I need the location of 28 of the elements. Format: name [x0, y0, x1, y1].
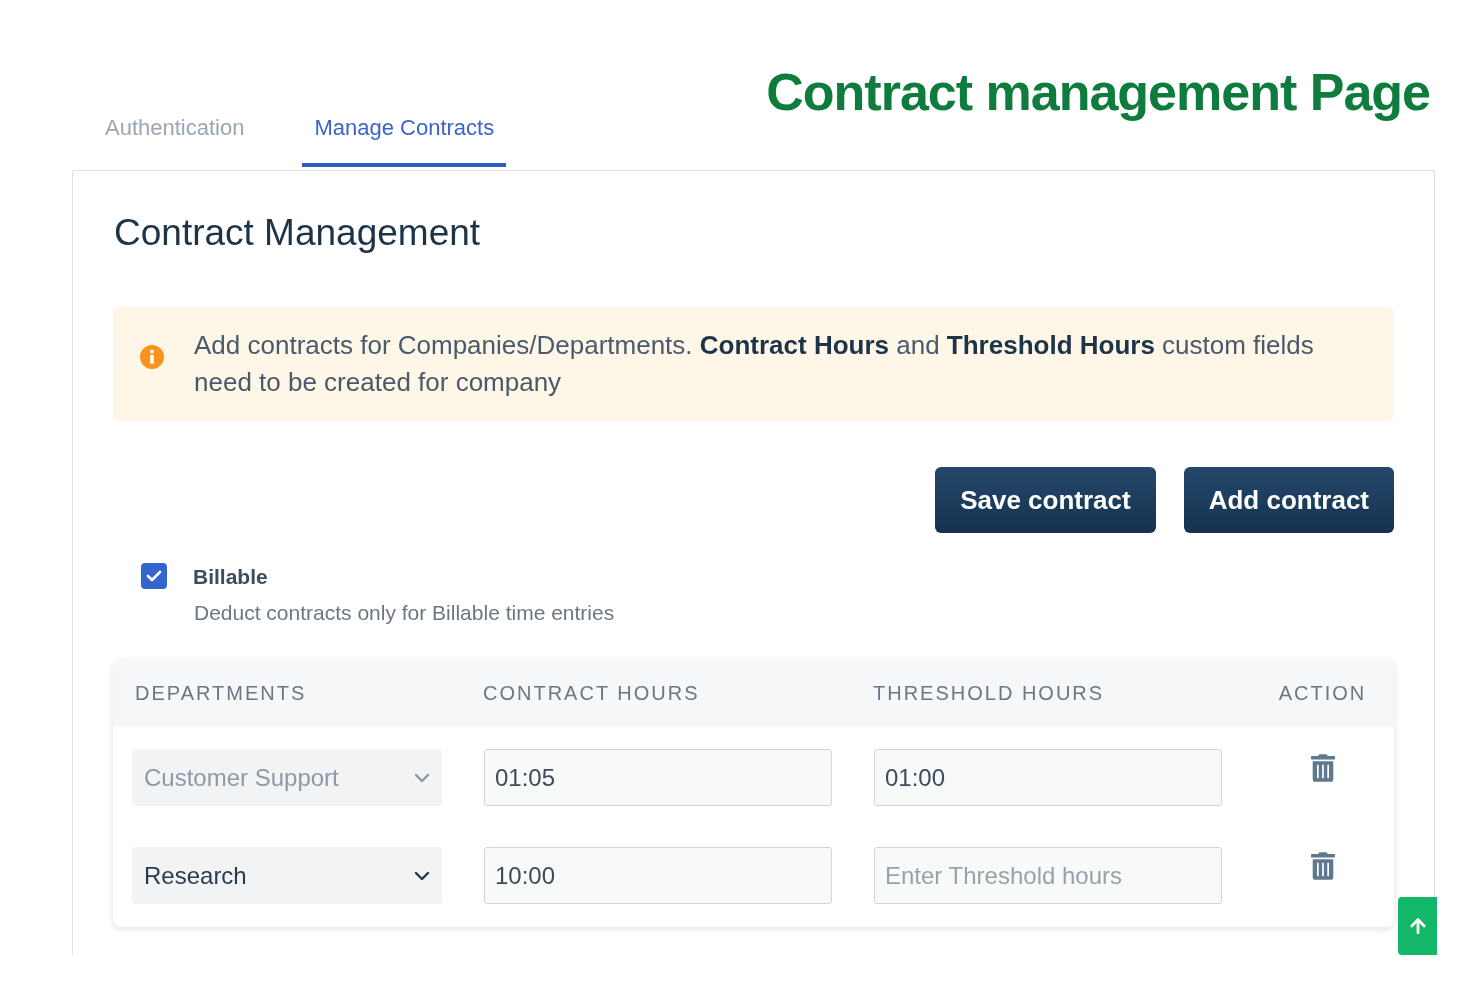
page-title: Contract management Page [766, 64, 1430, 122]
billable-label: Billable [193, 564, 268, 590]
column-header: DEPARTMENTS [135, 681, 307, 706]
tab[interactable]: Manage Contracts [302, 111, 507, 167]
trash-icon [1310, 851, 1335, 881]
delete-button[interactable] [1310, 753, 1335, 783]
alert-text: Add contracts for Companies/Departments. Contract Hours and Threshold Hours custom fields need to be created for company [194, 329, 1315, 399]
contract-button[interactable]: Add contract [1183, 467, 1394, 533]
delete-button[interactable] [1310, 851, 1335, 881]
hours-input[interactable]: 01:00 [874, 749, 1222, 806]
info-icon [140, 345, 164, 369]
chevron-down-icon [414, 870, 430, 881]
department-select[interactable]: Research [132, 847, 442, 904]
contract-button[interactable]: Save contract [935, 467, 1156, 533]
hours-input[interactable]: 01:05 [484, 749, 832, 806]
hours-input[interactable]: 10:00 [484, 847, 832, 904]
column-header: THRESHOLD HOURS [873, 681, 1105, 706]
billable-checkbox[interactable] [141, 563, 167, 589]
trash-icon [1310, 753, 1335, 783]
chevron-down-icon [414, 772, 430, 783]
checkmark-icon [146, 570, 162, 582]
billable-description: Deduct contracts only for Billable time entries [194, 600, 615, 626]
column-header: CONTRACT HOURS [483, 681, 700, 706]
card-heading: Contract Management [114, 211, 481, 255]
scroll-top-button[interactable] [1398, 897, 1437, 955]
arrow-up-icon [1409, 917, 1426, 935]
column-header: ACTION [1278, 681, 1367, 706]
hours-input[interactable]: Enter Threshold hours [874, 847, 1222, 904]
